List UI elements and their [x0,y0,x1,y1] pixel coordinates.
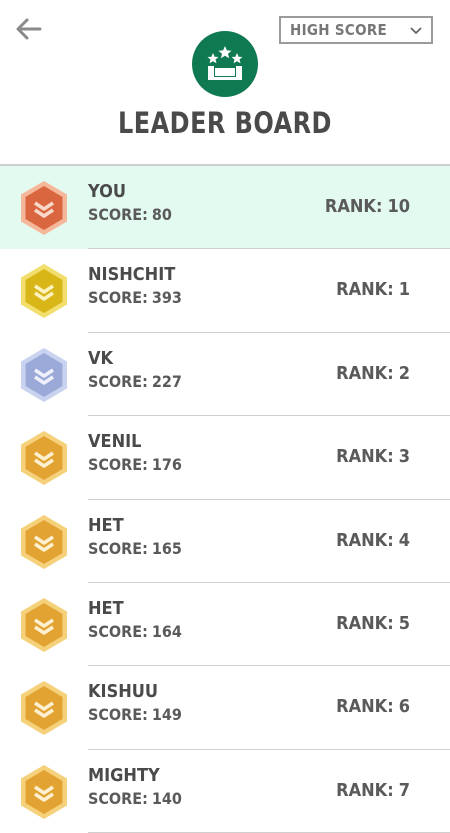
player-score: SCORE: 165 [88,539,182,558]
rank-value: 7 [398,779,410,801]
score-label: SCORE: [88,621,148,641]
score-filter-dropdown[interactable]: HIGH SCORE [279,16,433,44]
rank-value: 10 [387,196,410,217]
score-label: SCORE: [88,705,148,725]
player-score: SCORE: 164 [88,622,182,641]
player-name: YOU [88,181,126,202]
score-value: 165 [151,538,182,558]
player-rank: RANK: 5 [336,613,410,634]
rank-badge-icon [21,681,67,736]
page-title: LEADER BOARD [118,106,332,140]
player-rank: RANK: 4 [336,530,410,551]
rank-badge-icon [21,181,67,235]
score-value: 80 [151,205,172,224]
rank-label: RANK: [324,196,383,217]
leaderboard-row[interactable]: MIGHTY SCORE: 140 RANK: 7 [0,750,450,833]
rank-label: RANK: [336,362,394,384]
rank-value: 4 [398,529,410,551]
player-score: SCORE: 80 [88,205,172,224]
score-value: 164 [151,621,182,641]
rank-value: 3 [398,446,410,468]
rank-label: RANK: [336,779,394,801]
rank-label: RANK: [336,696,394,718]
rank-label: RANK: [336,446,394,468]
player-rank: RANK: 3 [336,446,410,467]
score-label: SCORE: [88,788,148,808]
player-rank: RANK: 10 [325,196,410,217]
rank-badge-icon [21,597,67,652]
rank-value: 5 [398,612,410,634]
header: HIGH SCORE LEADER BOARD [0,0,450,166]
score-value: 393 [151,288,182,308]
score-value: 149 [151,705,182,725]
player-score: SCORE: 227 [88,372,182,391]
leaderboard-row[interactable]: HET SCORE: 165 RANK: 4 [0,500,450,583]
rank-label: RANK: [336,279,394,301]
player-score: SCORE: 393 [88,288,182,307]
rank-badge-icon [21,764,67,819]
rank-value: 1 [398,279,410,301]
score-label: SCORE: [88,455,148,475]
rank-value: 2 [398,362,410,384]
player-score: SCORE: 140 [88,789,182,808]
score-filter-value: HIGH SCORE [290,21,388,39]
player-name: NISHCHIT [88,264,176,286]
score-label: SCORE: [88,538,148,558]
leaderboard-list: YOU SCORE: 80 RANK: 10 NISHCHIT SCORE: 393 RANK:… [0,166,450,833]
score-value: 176 [151,455,182,475]
rank-label: RANK: [336,612,394,634]
score-value: 140 [151,788,182,808]
chevron-down-icon [410,27,422,35]
player-score: SCORE: 149 [88,705,182,724]
back-button[interactable] [12,14,46,44]
player-rank: RANK: 6 [336,696,410,717]
leaderboard-row[interactable]: KISHUU SCORE: 149 RANK: 6 [0,666,450,750]
player-score: SCORE: 176 [88,455,182,474]
player-rank: RANK: 2 [336,363,410,384]
score-label: SCORE: [88,205,148,224]
current-user-row[interactable]: YOU SCORE: 80 RANK: 10 [0,166,450,250]
rank-badge-icon [21,347,67,402]
rank-badge-icon [21,431,67,486]
player-rank: RANK: 7 [336,780,410,801]
score-value: 227 [151,371,182,391]
rank-badge-icon [21,264,67,319]
score-label: SCORE: [88,288,148,308]
leaderboard-row[interactable]: VK SCORE: 227 RANK: 2 [0,333,450,417]
score-label: SCORE: [88,371,148,391]
player-name: HET [88,514,124,536]
leaderboard-logo [192,31,258,97]
rank-label: RANK: [336,529,394,551]
podium-stars-icon [207,46,243,80]
player-name: VENIL [88,431,142,453]
leaderboard-row[interactable]: NISHCHIT SCORE: 393 RANK: 1 [0,249,450,333]
player-name: VK [88,347,114,369]
player-name: MIGHTY [88,764,160,786]
rank-value: 6 [398,696,410,718]
player-name: HET [88,597,124,619]
leaderboard-row[interactable]: VENIL SCORE: 176 RANK: 3 [0,416,450,500]
player-name: KISHUU [88,681,159,703]
player-rank: RANK: 1 [336,279,410,300]
rank-badge-icon [21,514,67,569]
back-arrow-icon [16,18,42,40]
leaderboard-row[interactable]: HET SCORE: 164 RANK: 5 [0,583,450,667]
